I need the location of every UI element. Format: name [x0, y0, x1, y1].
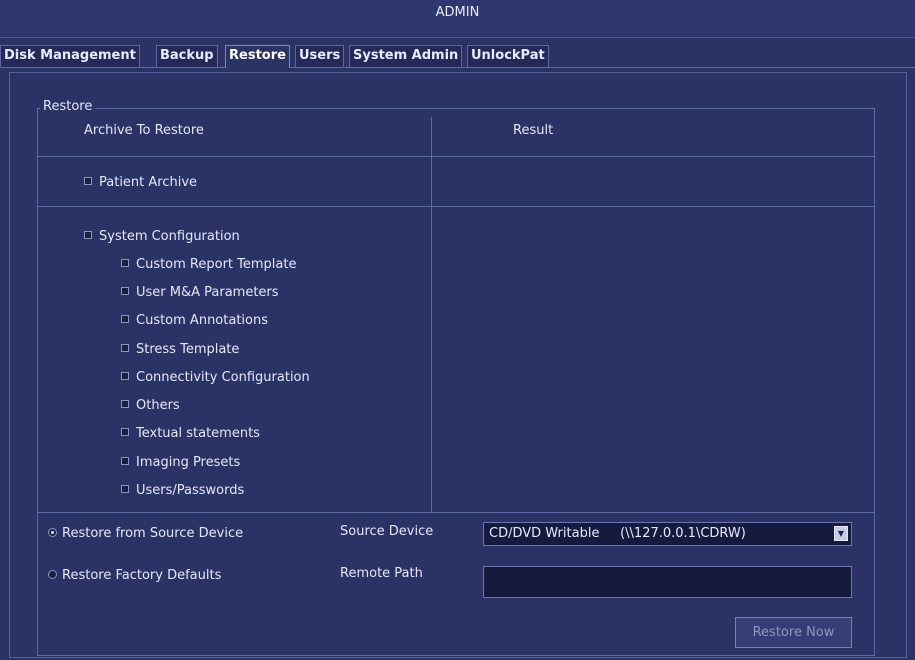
users-passwords-checkbox[interactable]: Users/Passwords: [121, 483, 244, 498]
imaging-presets-checkbox[interactable]: Imaging Presets: [121, 455, 240, 470]
restore-from-source-radio[interactable]: Restore from Source Device: [48, 526, 243, 541]
checkbox-label: User M&A Parameters: [136, 285, 279, 300]
checkbox-label: Custom Report Template: [136, 257, 297, 272]
tab-system-admin[interactable]: System Admin: [349, 45, 463, 67]
checkbox-label: Users/Passwords: [136, 483, 245, 498]
restore-factory-defaults-label: Restore Factory Defaults: [62, 568, 222, 583]
system-configuration-checkbox[interactable]: System Configuration: [84, 229, 240, 244]
remote-path-label: Remote Path: [340, 566, 423, 581]
chevron-down-icon[interactable]: ▼: [834, 526, 848, 541]
checkbox-box: [121, 344, 129, 352]
checkbox-box: [121, 372, 129, 380]
checkbox-box: [121, 485, 129, 493]
patient-archive-checkbox[interactable]: Patient Archive: [84, 175, 197, 190]
textual-statements-checkbox[interactable]: Textual statements: [121, 426, 260, 441]
title-bar: ADMIN: [0, 0, 915, 38]
restore-now-button[interactable]: Restore Now: [735, 617, 852, 648]
stress-template-checkbox[interactable]: Stress Template: [121, 342, 239, 357]
checkbox-label: Custom Annotations: [136, 313, 268, 328]
archive-column-header: Archive To Restore: [84, 123, 204, 138]
checkbox-label: Others: [136, 398, 180, 413]
checkbox-box: [121, 287, 129, 295]
restore-factory-defaults-radio[interactable]: Restore Factory Defaults: [48, 568, 221, 583]
user-ma-parameters-checkbox[interactable]: User M&A Parameters: [121, 285, 279, 300]
checkbox-box: [121, 457, 129, 465]
result-column-header: Result: [513, 123, 554, 138]
header-divider: [38, 156, 874, 157]
radio-dot: [48, 570, 57, 579]
checkbox-box: [121, 259, 129, 267]
radio-dot: [48, 528, 57, 537]
source-device-select[interactable]: CD/DVD Writable (\\127.0.0.1\CDRW) ▼: [483, 522, 852, 546]
patient-archive-label: Patient Archive: [99, 175, 198, 190]
checkbox-box: [121, 315, 129, 323]
others-checkbox[interactable]: Others: [121, 398, 180, 413]
tab-unlockpat[interactable]: UnlockPat: [467, 45, 549, 67]
tab-backup[interactable]: Backup: [156, 45, 218, 67]
checkbox-label: Stress Template: [136, 342, 240, 357]
tab-restore[interactable]: Restore: [225, 45, 290, 68]
tab-disk-management[interactable]: Disk Management: [0, 45, 140, 67]
source-device-label: Source Device: [340, 524, 434, 539]
restore-group-label: Restore: [40, 99, 96, 114]
custom-annotations-checkbox[interactable]: Custom Annotations: [121, 313, 268, 328]
custom-report-template-checkbox[interactable]: Custom Report Template: [121, 257, 296, 272]
table-bottom-divider: [38, 512, 874, 513]
tab-users[interactable]: Users: [295, 45, 345, 67]
remote-path-input[interactable]: [483, 566, 852, 598]
window-title: ADMIN: [435, 5, 480, 20]
row-divider: [38, 206, 874, 207]
checkbox-label: Imaging Presets: [136, 455, 241, 470]
checkbox-box: [84, 177, 92, 185]
checkbox-box: [121, 428, 129, 436]
column-divider: [431, 117, 432, 512]
source-device-value: CD/DVD Writable (\\127.0.0.1\CDRW): [489, 526, 746, 541]
checkbox-box: [84, 231, 92, 239]
checkbox-box: [121, 400, 129, 408]
restore-from-source-label: Restore from Source Device: [62, 526, 244, 541]
tab-bar: Disk Management Backup Restore Users Sys…: [0, 45, 915, 68]
system-configuration-label: System Configuration: [99, 229, 240, 244]
connectivity-configuration-checkbox[interactable]: Connectivity Configuration: [121, 370, 310, 385]
checkbox-label: Textual statements: [136, 426, 260, 441]
checkbox-label: Connectivity Configuration: [136, 370, 310, 385]
